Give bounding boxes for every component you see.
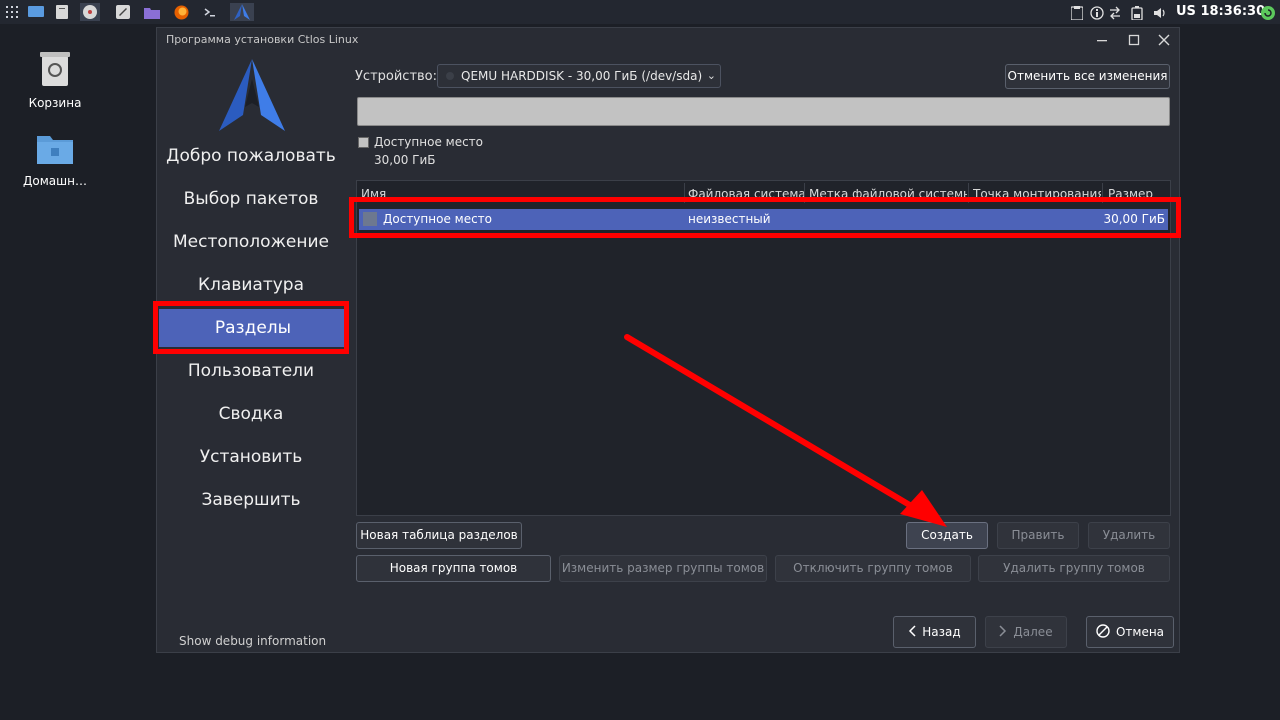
info-icon[interactable] [1090, 5, 1104, 20]
device-select-value: QEMU HARDDISK - 30,00 ГиБ (/dev/sda) [461, 69, 703, 83]
ctlos-logo [219, 59, 285, 135]
remove-volume-group-button[interactable]: Удалить группу томов [978, 555, 1170, 582]
disk-icon[interactable] [80, 3, 100, 21]
window-titlebar[interactable]: Программа установки Ctlos Linux [157, 28, 1179, 52]
sidebar-item-install[interactable]: Установить [157, 447, 345, 467]
resize-volume-group-button[interactable]: Изменить размер группы томов [559, 555, 767, 582]
debug-info-button[interactable]: Show debug information [179, 634, 326, 648]
revert-all-button[interactable]: Отменить все изменения [1005, 64, 1170, 89]
back-label: Назад [922, 625, 961, 639]
deactivate-volume-group-button[interactable]: Отключить группу томов [775, 555, 971, 582]
apps-grid-icon[interactable] [2, 3, 22, 21]
volume-icon[interactable] [1153, 5, 1167, 19]
cancel-icon [1096, 617, 1110, 647]
desktop-item-trash[interactable]: Корзина [10, 50, 100, 110]
legend-swatch [358, 137, 369, 148]
sidebar-item-summary[interactable]: Сводка [157, 404, 345, 424]
chevron-right-icon [999, 617, 1007, 647]
disk-usage-bar [357, 97, 1170, 126]
home-folder-icon [10, 132, 100, 168]
sidebar-item-finish[interactable]: Завершить [157, 490, 345, 510]
back-button[interactable]: Назад [893, 616, 976, 648]
new-partition-table-button[interactable]: Новая таблица разделов [356, 522, 522, 549]
chevron-down-icon: ⌄ [706, 69, 716, 82]
delete-button[interactable]: Удалить [1088, 522, 1170, 549]
cancel-label: Отмена [1115, 625, 1165, 639]
folder-icon[interactable] [142, 3, 162, 21]
disk-status-icon [446, 72, 454, 80]
legend-label: Доступное место [374, 135, 484, 149]
highlight-box-sidebar [153, 301, 349, 354]
installer-window: Программа установки Ctlos Linux Добро по… [153, 27, 1181, 653]
firefox-icon[interactable] [171, 3, 191, 21]
next-label: Далее [1013, 625, 1053, 639]
create-button[interactable]: Создать [906, 522, 988, 549]
desktop-item-label: Домашн… [23, 174, 87, 188]
clipboard-icon[interactable] [1070, 5, 1085, 21]
network-icon[interactable] [1108, 5, 1122, 20]
new-volume-group-button[interactable]: Новая группа томов [356, 555, 551, 582]
device-select[interactable]: QEMU HARDDISK - 30,00 ГиБ (/dev/sda) ⌄ [437, 64, 721, 88]
trash-icon [10, 50, 100, 90]
close-icon[interactable] [1156, 32, 1172, 48]
sidebar-item-location[interactable]: Местоположение [157, 232, 345, 252]
cancel-button[interactable]: Отмена [1086, 616, 1174, 648]
sidebar-item-users[interactable]: Пользователи [157, 361, 345, 381]
sidebar-item-welcome[interactable]: Добро пожаловать [157, 146, 345, 166]
update-icon[interactable] [1261, 5, 1275, 20]
sidebar-item-keyboard[interactable]: Клавиатура [157, 275, 345, 295]
sidebar-item-packages[interactable]: Выбор пакетов [157, 189, 345, 209]
minimize-icon[interactable] [1094, 32, 1110, 48]
desktop-item-label: Корзина [28, 96, 82, 110]
maximize-icon[interactable] [1126, 32, 1142, 48]
desktop-item-home[interactable]: Домашн… [10, 132, 100, 188]
legend-size: 30,00 ГиБ [374, 153, 436, 167]
file-icon[interactable] [52, 3, 72, 21]
chevron-left-icon [908, 617, 916, 647]
edit-button[interactable]: Править [997, 522, 1079, 549]
next-button[interactable]: Далее [985, 616, 1067, 648]
ctlos-icon[interactable] [230, 3, 254, 21]
text-editor-icon[interactable] [113, 3, 133, 21]
taskbar: US 18:36:30 [0, 0, 1280, 24]
terminal-icon[interactable] [200, 3, 220, 21]
window-title: Программа установки Ctlos Linux [166, 33, 359, 46]
desktop-icon[interactable] [26, 3, 46, 21]
clock[interactable]: US 18:36:30 [1176, 4, 1265, 19]
highlight-box-row [349, 197, 1181, 238]
device-label: Устройство: [355, 69, 438, 84]
battery-icon[interactable] [1131, 5, 1145, 21]
